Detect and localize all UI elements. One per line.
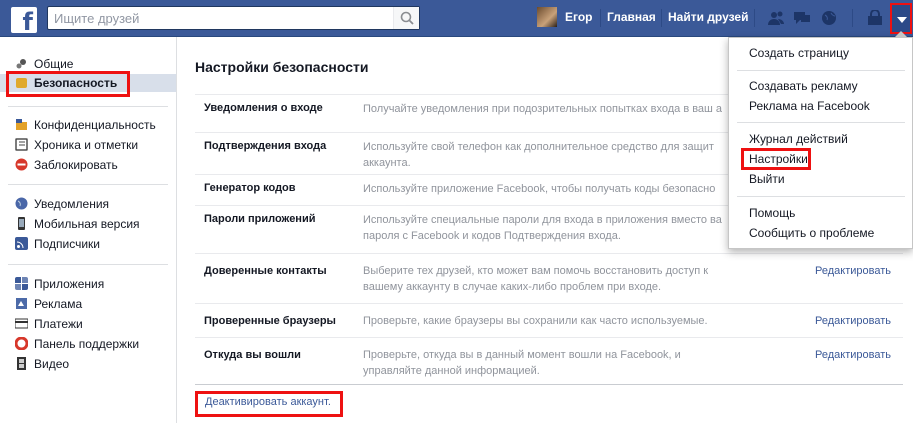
edit-link[interactable]: Редактировать xyxy=(815,315,891,327)
messages-icon[interactable] xyxy=(793,10,811,26)
mobile-icon xyxy=(18,217,25,230)
row-label: Генератор кодов xyxy=(204,182,296,194)
sidebar-item-label: Видео xyxy=(34,357,70,371)
search-button[interactable] xyxy=(393,7,419,29)
card-icon xyxy=(15,318,28,329)
menu-item-help[interactable]: Помощь xyxy=(749,206,795,220)
divider xyxy=(852,9,853,27)
top-bar: f Егор Главная Найти друзей xyxy=(0,0,913,37)
row-description: Проверьте, какие браузеры вы сохранили к… xyxy=(363,315,708,327)
lifebuoy-icon xyxy=(15,337,28,350)
sidebar-item-label: Мобильная версия xyxy=(34,217,140,231)
edit-link[interactable]: Редактировать xyxy=(815,349,891,361)
menu-item-activity-log[interactable]: Журнал действий xyxy=(749,132,848,146)
sidebar-item-block[interactable]: Заблокировать xyxy=(15,156,118,174)
account-dropdown-menu: Создать страницу Создавать рекламу Рекла… xyxy=(728,31,913,249)
profile-link[interactable]: Егор xyxy=(565,10,593,24)
sidebar-item-label: Приложения xyxy=(34,277,105,291)
globe-icon xyxy=(15,197,28,210)
home-link[interactable]: Главная xyxy=(607,10,656,24)
sidebar-item-ads[interactable]: Реклама xyxy=(15,295,82,313)
apps-icon xyxy=(15,277,28,290)
privacy-shortcuts-icon[interactable] xyxy=(866,10,884,26)
sidebar-item-label: Заблокировать xyxy=(34,158,118,172)
sidebar-item-apps[interactable]: Приложения xyxy=(15,275,104,293)
timeline-icon xyxy=(15,138,28,151)
search-box[interactable] xyxy=(47,6,420,30)
lock-icon xyxy=(16,119,27,130)
row-description: Получайте уведомления при подозрительных… xyxy=(363,103,723,115)
row-description: Используйте приложение Facebook, чтобы п… xyxy=(363,183,716,195)
divider xyxy=(737,70,905,71)
menu-item-report-problem[interactable]: Сообщить о проблеме xyxy=(749,226,874,240)
row-label: Пароли приложений xyxy=(204,213,316,225)
sidebar-item-notifications[interactable]: Уведомления xyxy=(15,195,109,213)
highlight-deactivate xyxy=(195,391,343,417)
sidebar-item-followers[interactable]: Подписчики xyxy=(15,235,100,253)
row-label: Проверенные браузеры xyxy=(204,315,336,327)
sidebar-item-label: Платежи xyxy=(34,317,83,331)
divider xyxy=(754,9,755,27)
sidebar-item-label: Панель поддержки xyxy=(34,337,140,351)
divider xyxy=(8,264,168,265)
settings-row[interactable]: Проверенные браузеры Проверьте, какие бр… xyxy=(195,303,903,337)
row-description: Выберите тех друзей, кто может вам помоч… xyxy=(363,265,709,293)
sidebar-item-mobile[interactable]: Мобильная версия xyxy=(15,215,140,233)
block-icon xyxy=(15,158,28,171)
divider xyxy=(8,184,168,185)
divider xyxy=(661,9,662,27)
find-friends-link[interactable]: Найти друзей xyxy=(668,10,748,24)
sidebar-item-label: Хроника и отметки xyxy=(34,138,139,152)
friend-requests-icon[interactable] xyxy=(767,10,785,26)
sidebar-item-payments[interactable]: Платежи xyxy=(15,315,83,333)
divider xyxy=(737,122,905,123)
divider xyxy=(737,196,905,197)
sidebar-item-video[interactable]: Видео xyxy=(15,355,69,373)
row-label: Подтверждения входа xyxy=(204,140,327,152)
settings-sidebar: Общие Безопасность Конфиденциальность Хр… xyxy=(0,37,177,423)
row-description: Используйте специальные пароли для входа… xyxy=(363,214,722,242)
menu-item-advertising[interactable]: Реклама на Facebook xyxy=(749,99,870,113)
sidebar-item-label: Подписчики xyxy=(34,237,101,251)
row-description: Используйте свой телефон как дополнитель… xyxy=(363,141,714,169)
facebook-logo[interactable]: f xyxy=(11,7,37,33)
row-label: Откуда вы вошли xyxy=(204,349,301,361)
menu-item-create-ads[interactable]: Создавать рекламу xyxy=(749,79,858,93)
menu-item-create-page[interactable]: Создать страницу xyxy=(749,46,849,60)
edit-link[interactable]: Редактировать xyxy=(815,265,891,277)
avatar[interactable] xyxy=(537,7,557,27)
sidebar-item-label: Конфиденциальность xyxy=(34,118,156,132)
search-input[interactable] xyxy=(48,7,388,29)
sidebar-item-timeline[interactable]: Хроника и отметки xyxy=(15,136,138,154)
notifications-globe-icon[interactable] xyxy=(820,10,838,26)
settings-row[interactable]: Откуда вы вошли Проверьте, откуда вы в д… xyxy=(195,337,903,385)
sidebar-item-support[interactable]: Панель поддержки xyxy=(15,335,139,353)
sidebar-item-label: Общие xyxy=(34,57,74,71)
sidebar-item-label: Уведомления xyxy=(34,197,110,211)
highlight-security xyxy=(6,71,130,97)
rss-icon xyxy=(15,237,28,250)
sidebar-item-privacy[interactable]: Конфиденциальность xyxy=(15,116,156,134)
divider xyxy=(600,9,601,27)
divider xyxy=(8,106,168,107)
settings-row[interactable]: Доверенные контакты Выберите тех друзей,… xyxy=(195,253,903,303)
menu-item-logout[interactable]: Выйти xyxy=(749,172,785,186)
film-icon xyxy=(17,357,26,370)
sidebar-item-label: Реклама xyxy=(34,297,83,311)
page-title: Настройки безопасности xyxy=(195,59,369,75)
gear-icon xyxy=(16,59,26,69)
row-description: Проверьте, откуда вы в данный момент вош… xyxy=(363,349,681,377)
search-icon xyxy=(400,11,414,25)
row-label: Уведомления о входе xyxy=(204,102,323,114)
row-label: Доверенные контакты xyxy=(204,265,327,277)
ads-icon xyxy=(16,298,27,309)
highlight-settings xyxy=(741,148,811,170)
account-menu-button[interactable] xyxy=(890,3,912,34)
